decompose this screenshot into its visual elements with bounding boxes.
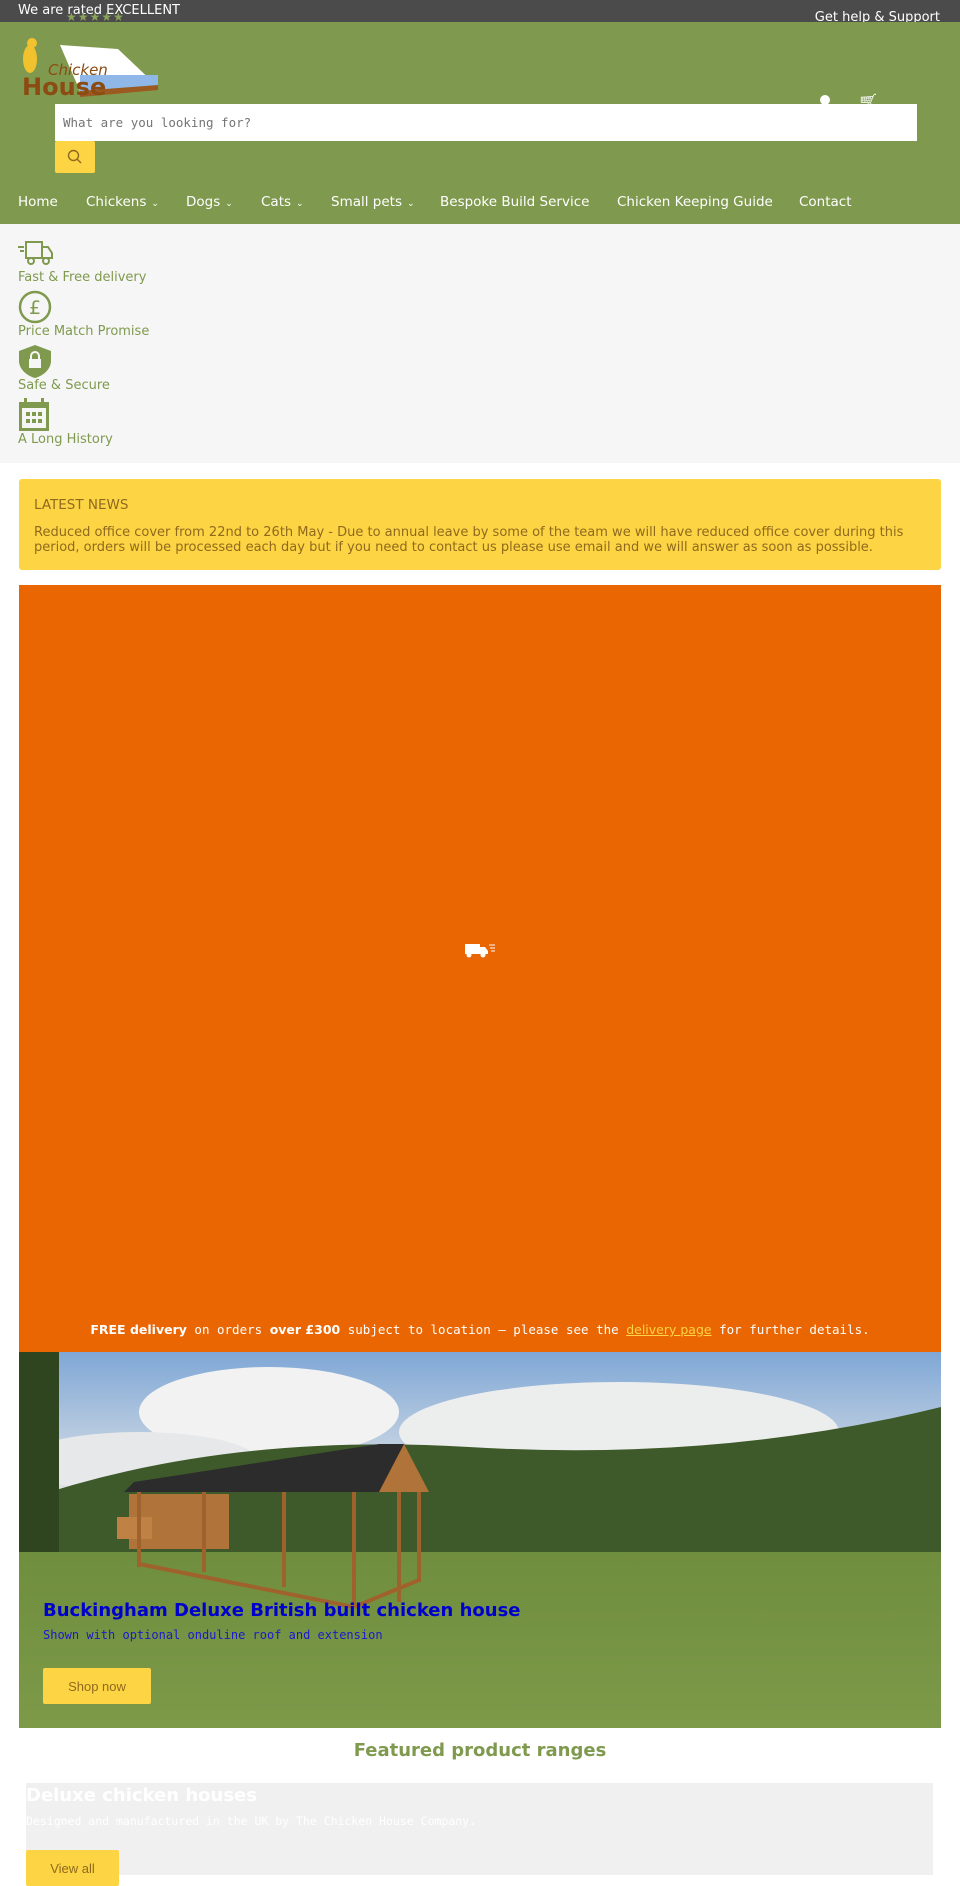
nav-small-pets[interactable]: Small pets ⌄ [331,194,415,210]
hero-title: Buckingham Deluxe British built chicken … [43,1600,521,1621]
shield-lock-icon [19,345,51,378]
featured-card[interactable]: Deluxe chicken houses Designed and manuf… [26,1783,933,1886]
nav-bespoke-build[interactable]: Bespoke Build Service [440,194,589,210]
shop-now-button[interactable]: Shop now [43,1668,151,1704]
top-bar: We are rated EXCELLENT ★★★★★ Get help & … [0,0,960,25]
chevron-down-icon: ⌄ [407,199,415,209]
latest-news-banner: LATEST NEWS Reduced office cover from 22… [19,479,941,570]
chevron-down-icon: ⌄ [151,199,159,209]
calendar-icon [19,398,49,431]
search-icon [67,149,82,164]
feature-label: Price Match Promise [18,324,150,339]
feature-label: A Long History [18,432,113,447]
card-subtitle: Designed and manufactured in the UK by T… [26,1814,477,1828]
hero-banner: Buckingham Deluxe British built chicken … [19,1352,941,1728]
nav-dogs[interactable]: Dogs ⌄ [186,194,233,210]
card-title: Deluxe chicken houses [26,1785,257,1806]
nav-contact[interactable]: Contact [799,194,852,210]
nav-chickens[interactable]: Chickens ⌄ [86,194,159,210]
features-strip: Fast & Free delivery £ Price Match Promi… [0,224,960,463]
feature-label: Safe & Secure [18,378,110,393]
feature-label: Fast & Free delivery [18,270,147,285]
chevron-down-icon: ⌄ [225,199,233,209]
logo[interactable]: Chicken House [18,35,158,101]
chevron-down-icon: ⌄ [296,199,304,209]
truck-icon [465,944,495,958]
delivery-page-link[interactable]: delivery page [626,1322,711,1337]
search-button[interactable] [55,141,95,173]
search-input[interactable] [55,104,917,141]
promo-text: FREE delivery on orders over £300 subjec… [90,1322,870,1337]
news-title: LATEST NEWS [34,497,129,513]
nav-home[interactable]: Home [18,194,58,210]
hero-subtitle: Shown with optional onduline roof and ex… [43,1628,383,1642]
featured-heading: Featured product ranges [353,1740,607,1761]
logo-text: House [22,73,106,101]
delivery-promo: FREE delivery on orders over £300 subjec… [19,585,941,1352]
truck-icon [18,241,53,265]
nav-keeping-guide[interactable]: Chicken Keeping Guide [617,194,773,210]
pound-icon: £ [18,290,52,324]
news-body: Reduced office cover from 22nd to 26th M… [34,525,904,555]
chicken-house-photo [19,1352,941,1728]
svg-text:£: £ [29,297,41,319]
nav-cats[interactable]: Cats ⌄ [261,194,304,210]
view-all-button[interactable]: View all [26,1850,119,1886]
